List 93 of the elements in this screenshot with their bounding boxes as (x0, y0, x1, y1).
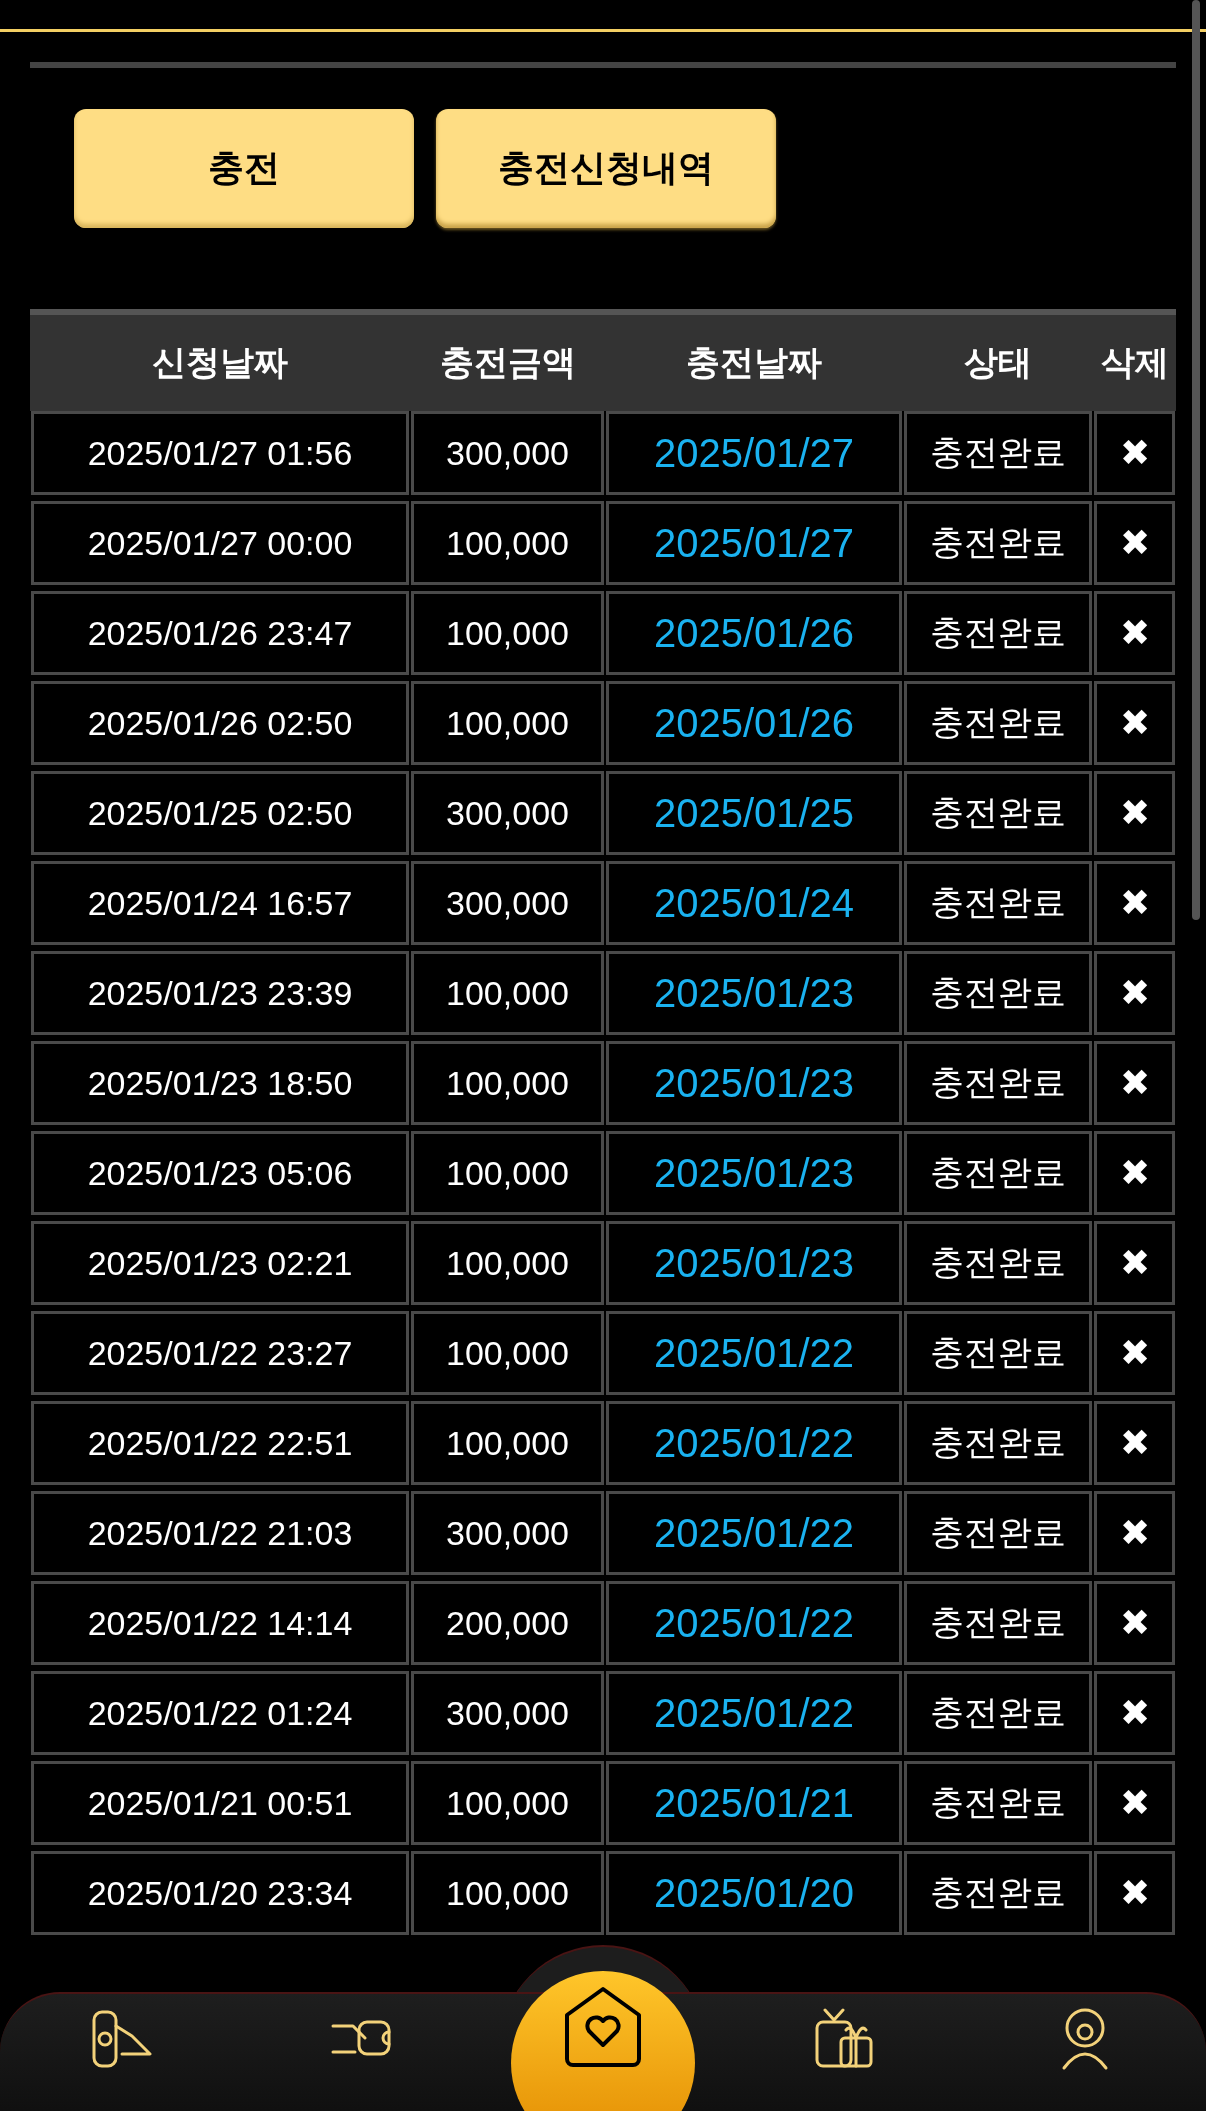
table-cell: 충전완료 (904, 1401, 1092, 1485)
table-cell: 2025/01/20 (606, 1851, 902, 1935)
table-cell: 2025/01/22 (606, 1401, 902, 1485)
table-cell: 2025/01/22 (606, 1311, 902, 1395)
table-cell: 2025/01/23 (606, 951, 902, 1035)
tab[interactable]: 충전 (74, 109, 414, 228)
table-cell: 충전완료 (904, 681, 1092, 765)
table-cell: 2025/01/25 02:50 (31, 771, 409, 855)
table-cell: 100,000 (411, 1311, 604, 1395)
delete-button[interactable]: ✖ (1094, 1581, 1175, 1665)
column-header: 삭제 (1093, 309, 1176, 411)
table-cell: 300,000 (411, 1491, 604, 1575)
delete-button[interactable]: ✖ (1094, 771, 1175, 855)
table-cell: 충전완료 (904, 1851, 1092, 1935)
delete-button[interactable]: ✖ (1094, 1221, 1175, 1305)
table-cell: 2025/01/23 23:39 (31, 951, 409, 1035)
table-cell: 2025/01/22 23:27 (31, 1311, 409, 1395)
delete-button[interactable]: ✖ (1094, 1041, 1175, 1125)
table-cell: 300,000 (411, 411, 604, 495)
table-cell: 2025/01/27 00:00 (31, 501, 409, 585)
table-cell: 2025/01/23 05:06 (31, 1131, 409, 1215)
table-cell: 충전완료 (904, 411, 1092, 495)
table-cell: 100,000 (411, 1041, 604, 1125)
delete-button[interactable]: ✖ (1094, 591, 1175, 675)
delete-button[interactable]: ✖ (1094, 1761, 1175, 1845)
table-cell: 100,000 (411, 1851, 604, 1935)
table-cell: 충전완료 (904, 501, 1092, 585)
delete-button[interactable]: ✖ (1094, 1671, 1175, 1755)
table-cell: 100,000 (411, 681, 604, 765)
delete-button[interactable]: ✖ (1094, 1851, 1175, 1935)
table-cell: 충전완료 (904, 1041, 1092, 1125)
delete-button[interactable]: ✖ (1094, 861, 1175, 945)
delete-button[interactable]: ✖ (1094, 1491, 1175, 1575)
scrollbar[interactable] (1192, 0, 1200, 920)
table-cell: 2025/01/23 18:50 (31, 1041, 409, 1125)
table-cell: 충전완료 (904, 1671, 1092, 1755)
delete-button[interactable]: ✖ (1094, 951, 1175, 1035)
table-cell: 2025/01/27 (606, 411, 902, 495)
delete-button[interactable]: ✖ (1094, 1401, 1175, 1485)
table-cell: 2025/01/22 14:14 (31, 1581, 409, 1665)
table-cell: 2025/01/21 (606, 1761, 902, 1845)
table-cell: 충전완료 (904, 861, 1092, 945)
table-cell: 2025/01/20 23:34 (31, 1851, 409, 1935)
table-cell: 충전완료 (904, 951, 1092, 1035)
table-cell: 2025/01/26 02:50 (31, 681, 409, 765)
table-cell: 충전완료 (904, 1131, 1092, 1215)
table-cell: 충전완료 (904, 771, 1092, 855)
table-cell: 충전완료 (904, 1221, 1092, 1305)
table-cell: 2025/01/27 (606, 501, 902, 585)
table-cell: 300,000 (411, 1671, 604, 1755)
delete-button[interactable]: ✖ (1094, 1311, 1175, 1395)
table-cell: 100,000 (411, 591, 604, 675)
table-cell: 2025/01/23 (606, 1221, 902, 1305)
table-cell: 2025/01/22 (606, 1671, 902, 1755)
table-cell: 300,000 (411, 861, 604, 945)
table-cell: 100,000 (411, 1401, 604, 1485)
table-cell: 2025/01/23 02:21 (31, 1221, 409, 1305)
table-cell: 2025/01/27 01:56 (31, 411, 409, 495)
table-cell: 충전완료 (904, 1761, 1092, 1845)
column-header: 충전금액 (410, 309, 605, 411)
table-cell: 2025/01/23 (606, 1041, 902, 1125)
table-cell: 충전완료 (904, 1491, 1092, 1575)
table-cell: 충전완료 (904, 1581, 1092, 1665)
table-cell: 충전완료 (904, 1311, 1092, 1395)
table-cell: 100,000 (411, 1131, 604, 1215)
table-cell: 2025/01/23 (606, 1131, 902, 1215)
table-cell: 2025/01/21 00:51 (31, 1761, 409, 1845)
table-cell: 2025/01/26 (606, 681, 902, 765)
table-cell: 2025/01/25 (606, 771, 902, 855)
delete-button[interactable]: ✖ (1094, 681, 1175, 765)
table-cell: 100,000 (411, 501, 604, 585)
table-cell: 2025/01/24 16:57 (31, 861, 409, 945)
table-cell: 충전완료 (904, 591, 1092, 675)
delete-button[interactable]: ✖ (1094, 1131, 1175, 1215)
table-cell: 2025/01/22 (606, 1581, 902, 1665)
table-cell: 300,000 (411, 771, 604, 855)
column-header: 신청날짜 (30, 309, 410, 411)
table-cell: 200,000 (411, 1581, 604, 1665)
table-cell: 100,000 (411, 1761, 604, 1845)
table-cell: 2025/01/22 21:03 (31, 1491, 409, 1575)
delete-button[interactable]: ✖ (1094, 501, 1175, 585)
table-cell: 2025/01/22 01:24 (31, 1671, 409, 1755)
table-cell: 100,000 (411, 951, 604, 1035)
column-header: 상태 (903, 309, 1093, 411)
table-cell: 2025/01/26 (606, 591, 902, 675)
table-cell: 2025/01/26 23:47 (31, 591, 409, 675)
table-cell: 2025/01/22 22:51 (31, 1401, 409, 1485)
column-header: 충전날짜 (605, 309, 903, 411)
table-cell: 100,000 (411, 1221, 604, 1305)
table-cell: 2025/01/24 (606, 861, 902, 945)
table-cell: 2025/01/22 (606, 1491, 902, 1575)
tab[interactable]: 충전신청내역 (436, 109, 776, 228)
delete-button[interactable]: ✖ (1094, 411, 1175, 495)
